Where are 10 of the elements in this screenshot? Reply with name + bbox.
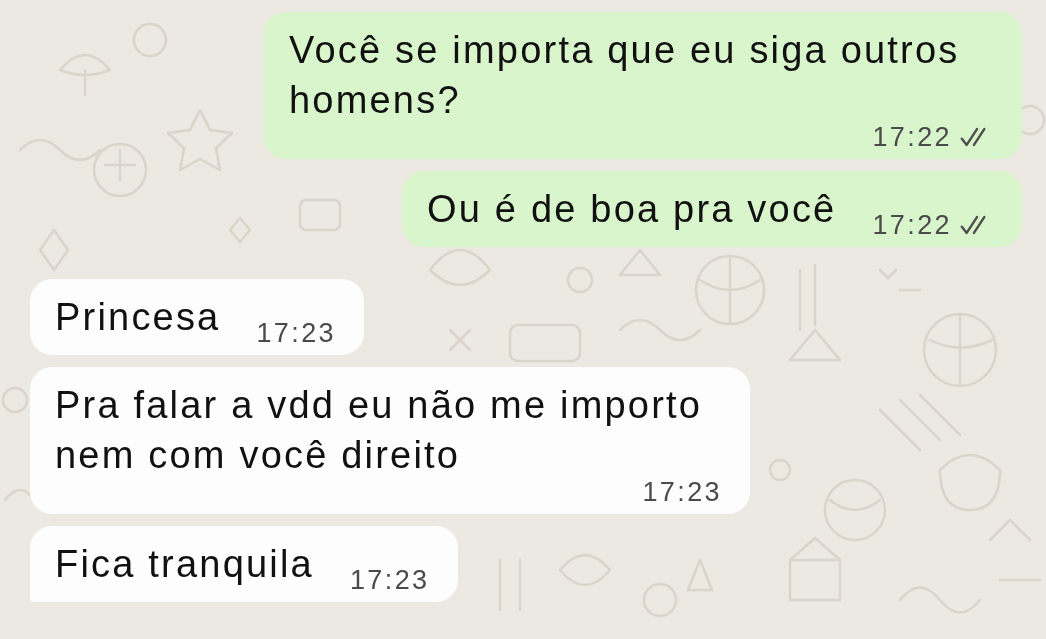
message-text: Pra falar a vdd eu não me importo nem com você direito	[55, 384, 703, 476]
message-time: 17:23	[256, 318, 337, 348]
message-text: Ou é de boa pra você	[426, 188, 837, 230]
message-time: 17:22	[872, 210, 952, 240]
message-time: 17:23	[642, 477, 722, 507]
message-text: Fica tranquila	[55, 543, 314, 585]
message-time: 17:23	[349, 565, 430, 595]
message-text: Você se importa que eu siga outros homens?	[289, 29, 960, 121]
message-time: 17:22	[872, 122, 952, 152]
message-text: Princesa	[55, 296, 221, 338]
